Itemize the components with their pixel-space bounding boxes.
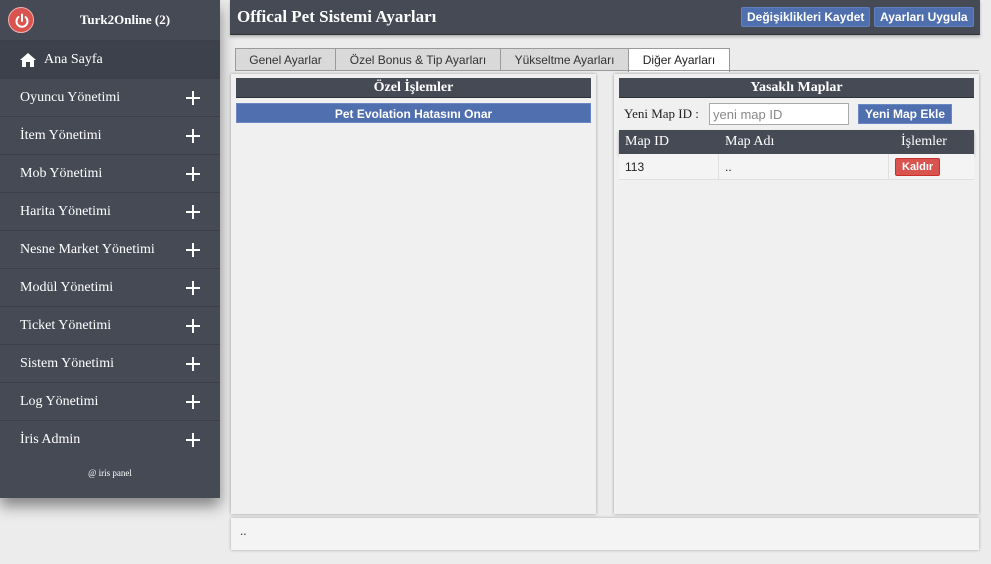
plus-icon[interactable] [186, 281, 200, 295]
remove-map-button[interactable]: Kaldır [895, 158, 941, 176]
plus-icon[interactable] [186, 319, 200, 333]
save-changes-button[interactable]: Değişiklikleri Kaydet [741, 7, 871, 27]
sidebar-item-label: İris Admin [20, 432, 81, 447]
plus-icon[interactable] [186, 243, 200, 257]
sidebar-item-label: Harita Yönetimi [20, 204, 111, 219]
sidebar-item-label: Modül Yönetimi [20, 280, 114, 295]
panel-title: Yasaklı Maplar [619, 78, 974, 98]
sidebar-item-log[interactable]: Log Yönetimi [0, 382, 220, 420]
sidebar-item-mob[interactable]: Mob Yönetimi [0, 154, 220, 192]
page-title: Offical Pet Sistemi Ayarları [237, 7, 437, 26]
tab-genel-ayarlar[interactable]: Genel Ayarlar [235, 48, 336, 71]
column-header: Map Adı [725, 134, 775, 149]
sidebar-item-label: İtem Yönetimi [20, 128, 102, 143]
sidebar-item-ticket[interactable]: Ticket Yönetimi [0, 306, 220, 344]
plus-icon[interactable] [186, 433, 200, 447]
special-operations-panel: Özel İşlemler Pet Evolation Hatasını Ona… [231, 74, 596, 514]
banned-maps-table: Map ID Map Adı İşlemler 113 .. Kaldır [619, 130, 974, 180]
sidebar-item-label: Oyuncu Yönetimi [20, 90, 121, 105]
fix-pet-evolution-button[interactable]: Pet Evolation Hatasını Onar [236, 103, 591, 123]
add-map-button[interactable]: Yeni Map Ekle [858, 104, 953, 124]
map-name-cell: .. [719, 154, 889, 180]
sidebar-item-iris-admin[interactable]: İris Admin [0, 420, 220, 458]
table-header: Map ID Map Adı İşlemler [619, 130, 974, 154]
sidebar-item-label: Sistem Yönetimi [20, 356, 114, 371]
sidebar-item-harita[interactable]: Harita Yönetimi [0, 192, 220, 230]
plus-icon[interactable] [186, 167, 200, 181]
sidebar-item-item[interactable]: İtem Yönetimi [0, 116, 220, 154]
column-header: İşlemler [901, 134, 947, 149]
tab-yukseltme[interactable]: Yükseltme Ayarları [500, 48, 629, 71]
column-header: Map ID [625, 134, 669, 149]
tab-ozel-bonus[interactable]: Özel Bonus & Tip Ayarları [335, 48, 501, 71]
table-row: 113 .. Kaldır [619, 154, 974, 180]
sidebar-item-label: Nesne Market Yönetimi [20, 242, 155, 257]
map-id-input[interactable] [709, 103, 849, 125]
panel-title: Özel İşlemler [236, 78, 591, 98]
plus-icon[interactable] [186, 395, 200, 409]
map-id-cell: 113 [619, 154, 719, 180]
sidebar-item-nesne-market[interactable]: Nesne Market Yönetimi [0, 230, 220, 268]
footer-text: .. [240, 523, 247, 538]
sidebar-brand: Turk2Online (2) [79, 12, 171, 27]
tab-diger-ayarlari[interactable]: Diğer Ayarları [628, 48, 730, 72]
sidebar-item-label: Ticket Yönetimi [20, 318, 112, 333]
sidebar-item-oyuncu[interactable]: Oyuncu Yönetimi [0, 78, 220, 116]
apply-settings-button[interactable]: Ayarları Uygula [874, 7, 974, 27]
home-icon [20, 53, 36, 67]
map-id-label: Yeni Map ID : [624, 106, 699, 121]
sidebar-item-sistem[interactable]: Sistem Yönetimi [0, 344, 220, 382]
plus-icon[interactable] [186, 205, 200, 219]
sidebar-footer: @ iris panel [88, 468, 132, 478]
page-header: Offical Pet Sistemi Ayarları Değişiklikl… [230, 0, 980, 35]
tab-divider [235, 70, 979, 71]
plus-icon[interactable] [186, 357, 200, 371]
sidebar-item-modul[interactable]: Modül Yönetimi [0, 268, 220, 306]
sidebar-item-label: Mob Yönetimi [20, 166, 103, 181]
footer-bar: .. [231, 518, 979, 550]
banned-maps-panel: Yasaklı Maplar Yeni Map ID : Yeni Map Ek… [614, 74, 979, 514]
sidebar: Turk2Online (2) Ana Sayfa Oyuncu Yönetim… [0, 0, 220, 498]
plus-icon[interactable] [186, 129, 200, 143]
sidebar-header: Turk2Online (2) [0, 0, 220, 40]
sidebar-item-label: Log Yönetimi [20, 394, 99, 409]
power-icon[interactable] [8, 7, 34, 33]
plus-icon[interactable] [186, 91, 200, 105]
sidebar-item-label: Ana Sayfa [44, 52, 103, 67]
sidebar-item-home[interactable]: Ana Sayfa [0, 40, 220, 78]
